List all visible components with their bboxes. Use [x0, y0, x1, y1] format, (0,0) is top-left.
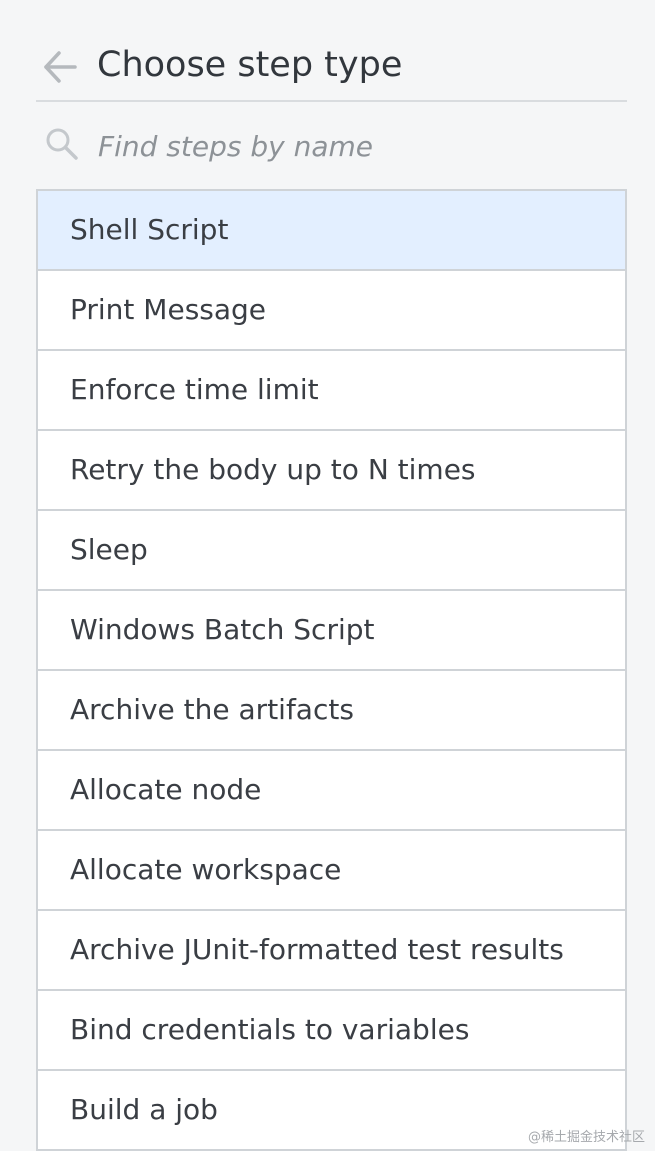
page-title: Choose step type [97, 45, 403, 85]
list-item[interactable]: Bind credentials to variables [38, 991, 625, 1071]
search-input[interactable] [90, 122, 610, 170]
list-item[interactable]: Print Message [38, 271, 625, 351]
step-type-list: Shell Script Print Message Enforce time li… [36, 189, 627, 1151]
list-item[interactable]: Shell Script [38, 191, 625, 271]
header: Choose step type [36, 0, 627, 102]
list-item[interactable]: Allocate node [38, 751, 625, 831]
list-item[interactable]: Archive the artifacts [38, 671, 625, 751]
list-item[interactable]: Archive JUnit-formatted test results [38, 911, 625, 991]
watermark: @稀土掘金技术社区 [527, 1130, 645, 1145]
list-item[interactable]: Windows Batch Script [38, 591, 625, 671]
list-item[interactable]: Sleep [38, 511, 625, 591]
search-icon [46, 128, 78, 160]
list-item[interactable]: Retry the body up to N times [38, 431, 625, 511]
arrow-left-icon [44, 51, 77, 83]
list-item[interactable]: Enforce time limit [38, 351, 625, 431]
search-bar [36, 116, 627, 176]
back-button[interactable] [40, 47, 80, 87]
list-item[interactable]: Allocate workspace [38, 831, 625, 911]
